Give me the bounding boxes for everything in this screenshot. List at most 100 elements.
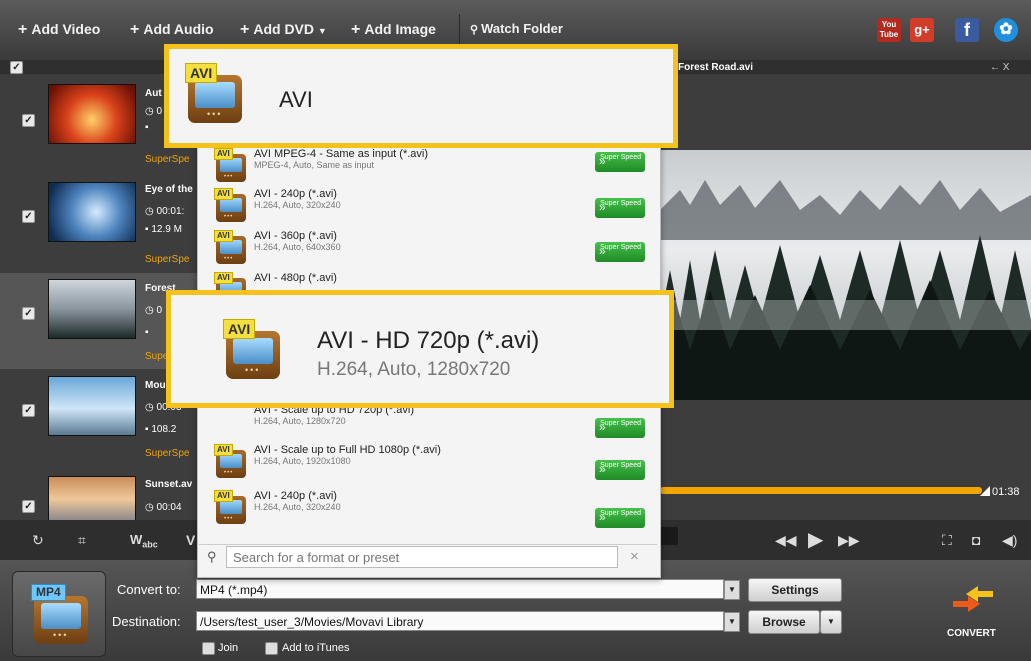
superspeed-badge-label: Super Speed xyxy=(600,462,641,469)
rotate-icon[interactable]: ↻ xyxy=(32,532,44,549)
duration-label: 01:38 xyxy=(992,486,1020,498)
fullscreen-icon[interactable]: ⛶ xyxy=(942,532,952,549)
plus-icon: + xyxy=(240,21,250,38)
chevron-down-icon: ▼ xyxy=(317,26,327,36)
clear-search-icon[interactable]: × xyxy=(630,548,639,565)
seek-handle[interactable] xyxy=(980,486,990,496)
destination-dropdown-icon[interactable]: ▼ xyxy=(724,612,740,632)
file-thumbnail[interactable] xyxy=(48,182,136,242)
format-tag: MP4 xyxy=(31,584,66,601)
double-arrow-icon: » xyxy=(599,420,606,434)
tv-dots-icon: ••• xyxy=(245,365,261,375)
file-checkbox[interactable]: ✓ xyxy=(22,500,35,513)
camera-icon[interactable]: ◘ xyxy=(972,532,980,548)
file-checkbox[interactable]: ✓ xyxy=(22,114,35,127)
file-thumbnail[interactable] xyxy=(48,279,136,339)
file-thumbnail[interactable] xyxy=(48,376,136,436)
option-title: AVI - Scale up to Full HD 1080p (*.avi) xyxy=(254,444,441,456)
watermark-button[interactable]: Wabc xyxy=(130,532,158,550)
clock-icon: ◷ xyxy=(145,402,157,413)
convert-arrows-icon[interactable] xyxy=(948,584,998,614)
seek-bar[interactable] xyxy=(660,487,982,494)
preview-toggle-button[interactable] xyxy=(660,527,678,545)
fast-forward-icon[interactable]: ▶▶ xyxy=(838,532,860,549)
option-title: AVI - 240p (*.avi) xyxy=(254,490,337,502)
format-option[interactable]: AVI ••• AVI MPEG-4 - Same as input (*.avi… xyxy=(210,146,655,186)
join-checkbox[interactable] xyxy=(202,642,215,655)
browse-dropdown-icon[interactable]: ▼ xyxy=(820,610,842,634)
file-size-value: 108.2 xyxy=(151,424,177,435)
format-option[interactable]: AVI ••• AVI - 360p (*.avi) H.264, Auto, 6… xyxy=(210,228,655,268)
avi-format-icon: AVI••• xyxy=(214,148,248,184)
add-dvd-button[interactable]: + Add DVD ▼ xyxy=(240,21,327,39)
preview-window-controls[interactable]: ← X xyxy=(990,62,1009,73)
file-checkbox[interactable]: ✓ xyxy=(22,307,35,320)
file-thumbnail[interactable] xyxy=(48,84,136,144)
facebook-icon[interactable]: f xyxy=(955,18,979,42)
destination-field[interactable]: /Users/test_user_3/Movies/Movavi Library xyxy=(196,611,724,631)
option-title: AVI - 360p (*.avi) xyxy=(254,230,337,242)
join-label: Join xyxy=(218,642,239,654)
search-input[interactable] xyxy=(226,546,618,568)
list-item[interactable]: ✓ Sunset.av ◷ 00:04 xyxy=(0,470,200,522)
clock-icon: ◷ xyxy=(145,106,157,117)
watermark-label: W xyxy=(130,532,143,547)
format-option[interactable]: AVI ••• AVI - 240p (*.avi) H.264, Auto, 3… xyxy=(210,186,655,226)
format-option[interactable]: AVI ••• AVI - Scale up to Full HD 1080p (… xyxy=(210,442,655,482)
watermark-edge-icon[interactable]: V xyxy=(186,532,195,548)
avi-category-callout[interactable]: AVI ••• AVI xyxy=(164,44,678,148)
search-icon: ⚲ xyxy=(207,549,217,564)
file-duration: ◷ 0 xyxy=(145,305,162,316)
convert-to-dropdown-icon[interactable]: ▼ xyxy=(724,580,740,600)
file-checkbox[interactable]: ✓ xyxy=(22,210,35,223)
file-duration: ◷ 0 xyxy=(145,106,162,117)
file-size: ▪ xyxy=(145,122,149,133)
play-icon[interactable]: ▶ xyxy=(808,527,823,552)
google-plus-icon[interactable]: g+ xyxy=(910,18,934,42)
video-preview[interactable] xyxy=(660,150,1031,400)
file-duration: ◷ 00:01: xyxy=(145,206,184,217)
convert-to-field[interactable]: MP4 (*.mp4) xyxy=(196,579,724,599)
watch-folder-button[interactable]: ⚲ Watch Folder xyxy=(470,21,563,36)
volume-icon[interactable]: ◀) xyxy=(1002,532,1017,549)
option-subtitle: H.264, Auto, 1920x1080 xyxy=(254,456,351,466)
clock-icon: ◷ xyxy=(145,206,157,217)
file-duration: ◷ 00:04 xyxy=(145,502,182,513)
clock-icon: ◷ xyxy=(145,305,157,316)
file-icon: ▪ xyxy=(145,122,149,133)
add-to-itunes-checkbox[interactable] xyxy=(265,642,278,655)
file-thumbnail[interactable] xyxy=(48,476,136,522)
add-image-label: Add Image xyxy=(364,21,436,37)
rewind-icon[interactable]: ◀◀ xyxy=(775,532,797,549)
convert-button[interactable]: CONVERT xyxy=(947,628,996,639)
avi-format-icon: AVI••• xyxy=(214,490,248,526)
crop-icon[interactable]: ⌗ xyxy=(78,532,86,549)
add-video-button[interactable]: + Add Video xyxy=(18,21,100,39)
select-all-checkbox[interactable]: ✓ xyxy=(10,61,23,74)
add-image-button[interactable]: + Add Image xyxy=(351,21,436,39)
highlighted-format-option[interactable]: AVI ••• AVI - HD 720p (*.avi) H.264, Aut… xyxy=(166,290,674,408)
app-window: + Add Video + Add Audio + Add DVD ▼ + Add Im… xyxy=(0,0,1031,661)
youtube-icon[interactable]: You Tube xyxy=(877,18,901,42)
browse-button[interactable]: Browse xyxy=(748,610,820,634)
movavi-logo-icon[interactable]: ✿ xyxy=(994,18,1018,42)
magnifier-icon: ⚲ xyxy=(470,24,479,36)
file-size: ▪ 12.9 M xyxy=(145,224,182,235)
file-duration-value: 00:01: xyxy=(156,206,185,217)
output-format-button[interactable]: MP4 ••• xyxy=(12,571,106,657)
add-video-label: Add Video xyxy=(31,21,101,37)
option-subtitle: H.264, Auto, 640x360 xyxy=(254,242,341,252)
file-checkbox[interactable]: ✓ xyxy=(22,404,35,417)
watermark-sub-label: abc xyxy=(142,539,158,550)
plus-icon: + xyxy=(130,21,140,38)
list-item[interactable]: ✓ Eye of the ◷ 00:01: ▪ 12.9 M SuperSpe xyxy=(0,176,200,272)
file-name: Eye of the xyxy=(145,184,193,195)
format-option[interactable]: AVI ••• AVI - 240p (*.avi) H.264, Auto, 3… xyxy=(210,488,655,528)
superspeed-label: Supe xyxy=(145,351,169,362)
option-subtitle: MPEG-4, Auto, Same as input xyxy=(254,160,375,170)
tv-screen-icon xyxy=(195,82,235,108)
settings-button[interactable]: Settings xyxy=(748,578,842,602)
add-audio-button[interactable]: + Add Audio xyxy=(130,21,214,39)
file-duration-value: 0 xyxy=(156,305,163,316)
file-duration-value: 00:04 xyxy=(156,502,182,513)
